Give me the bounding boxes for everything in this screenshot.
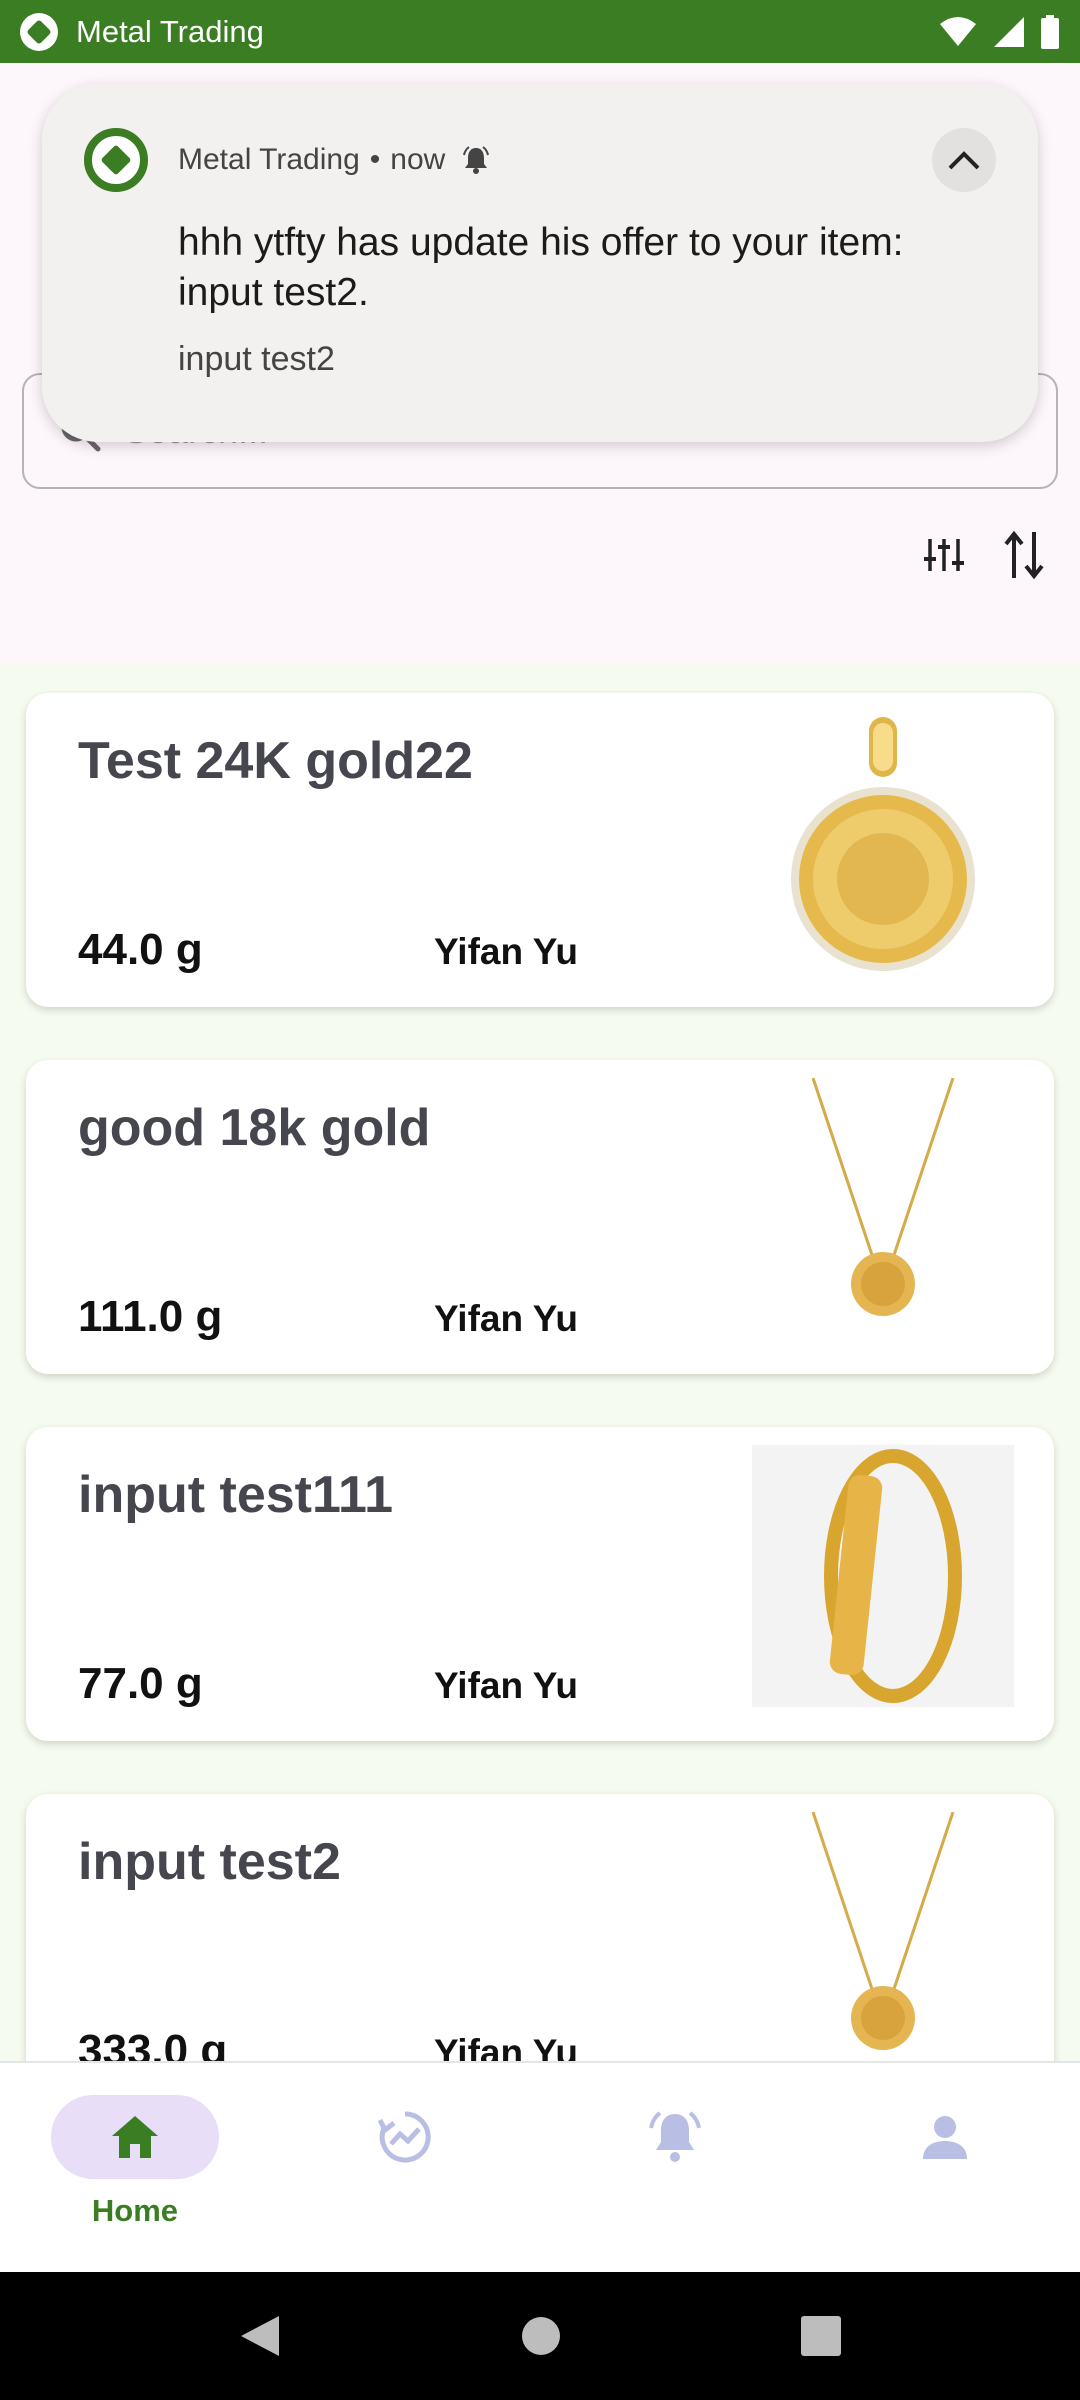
collapse-button[interactable] (932, 128, 996, 192)
nav-notifications-pill[interactable] (591, 2095, 759, 2179)
home-button-icon[interactable] (521, 2316, 561, 2356)
item-name: input test111 (78, 1466, 393, 1524)
notification-app-name: Metal Trading (178, 143, 360, 176)
notification-time: now (390, 143, 446, 176)
item-weight: 111.0 g (78, 1292, 223, 1341)
list-tools (924, 530, 1044, 580)
home-icon (112, 2116, 158, 2158)
item-image (752, 711, 1014, 973)
item-weight: 44.0 g (78, 925, 203, 974)
back-icon[interactable] (239, 2314, 281, 2358)
notifications-icon (649, 2111, 701, 2162)
recents-icon[interactable] (801, 2316, 841, 2356)
nav-trade-pill[interactable] (321, 2095, 489, 2179)
item-seller: Yifan Yu (434, 931, 578, 972)
item-seller: Yifan Yu (434, 1665, 578, 1706)
item-name: Test 24K gold22 (78, 732, 473, 790)
item-card[interactable]: Test 24K gold22 44.0 g Yifan Yu (26, 693, 1054, 1007)
item-card[interactable]: good 18k gold 111.0 g Yifan Yu (26, 1060, 1054, 1374)
sort-icon[interactable] (1004, 530, 1044, 580)
nav-home[interactable]: Home (50, 2095, 220, 2229)
battery-icon (1041, 14, 1059, 49)
signal-icon (994, 16, 1024, 47)
nav-trade[interactable] (320, 2095, 490, 2179)
item-card[interactable]: input test2 333.0 g Yifan Yu (26, 1794, 1054, 2061)
notification-subtext: input test2 (178, 340, 335, 378)
filter-icon[interactable] (924, 537, 964, 573)
nav-home-pill[interactable] (51, 2095, 219, 2179)
item-image (752, 1445, 1014, 1707)
item-seller: Yifan Yu (434, 2032, 578, 2061)
item-list: Test 24K gold22 44.0 g Yifan Yu good 18k… (0, 663, 1080, 2061)
gold-coin-necklace-image (811, 1078, 955, 1316)
gold-coin-necklace-image (811, 1812, 955, 2050)
notification-separator: • (369, 143, 381, 176)
gold-ring-image (824, 1449, 962, 1703)
status-bar: Metal Trading (0, 0, 1080, 63)
gold-coin-pendant-image (791, 717, 975, 971)
item-weight: 333.0 g (78, 2026, 228, 2061)
profile-icon (923, 2116, 967, 2159)
system-navigation-bar (0, 2272, 1080, 2400)
app-logo-icon (20, 12, 58, 51)
nav-notifications[interactable] (590, 2095, 760, 2179)
item-seller: Yifan Yu (434, 1298, 578, 1339)
bell-active-icon (463, 146, 490, 174)
status-app-name: Metal Trading (76, 13, 264, 49)
item-name: good 18k gold (78, 1099, 431, 1157)
item-image (752, 1078, 1014, 1340)
chevron-up-icon (948, 151, 980, 170)
item-name: input test2 (78, 1833, 341, 1891)
wifi-icon (940, 16, 976, 46)
trade-icon (378, 2111, 431, 2163)
push-notification[interactable]: Metal Trading • now hhh ytfty has update… (42, 84, 1038, 442)
item-card[interactable]: input test111 77.0 g Yifan Yu (26, 1427, 1054, 1741)
item-image (752, 1812, 1014, 2061)
nav-profile-pill[interactable] (861, 2095, 1029, 2179)
item-weight: 77.0 g (78, 1659, 203, 1708)
notification-message: hhh ytfty has update his offer to your i… (178, 221, 904, 314)
bottom-navigation: Home (0, 2061, 1080, 2272)
nav-home-label: Home (91, 2193, 179, 2228)
nav-profile[interactable] (860, 2095, 1030, 2179)
notification-app-icon (84, 128, 148, 192)
